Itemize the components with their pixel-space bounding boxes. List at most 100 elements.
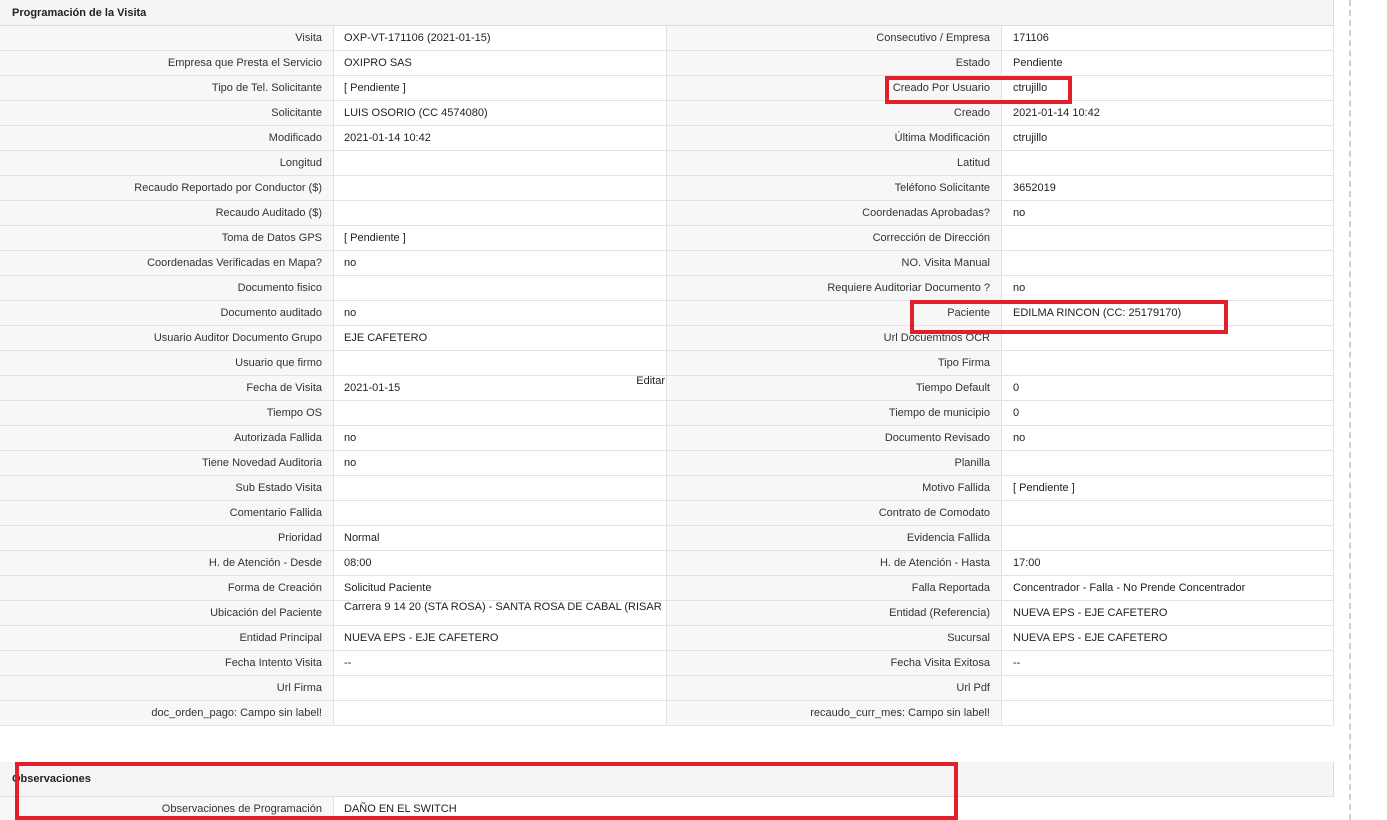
- field-value-doc-orden-pago-campo-sin-label: [333, 701, 667, 725]
- field-value-tiempo-os: [333, 401, 667, 425]
- field-value-tiene-novedad-auditoria: no: [333, 451, 667, 475]
- field-value-text: EJE CAFETERO: [344, 332, 428, 344]
- field-label-modificado: Modificado: [268, 132, 322, 144]
- field-row-filler: [667, 797, 1334, 820]
- field-value-text: no: [344, 257, 357, 269]
- field-value-telefono-solicitante: 3652019: [1001, 176, 1334, 200]
- field-value-text: [ Pendiente ]: [344, 232, 406, 244]
- field-value-longitud: [333, 151, 667, 175]
- field-label-observaciones-de-programacion: Observaciones de Programación: [161, 803, 322, 815]
- field-label-tiene-novedad-auditoria: Tiene Novedad Auditoria: [201, 457, 322, 469]
- field-label-h-de-atencion-desde: H. de Atención - Desde: [208, 557, 322, 569]
- field-label-ubicacion-del-paciente: Ubicación del Paciente: [210, 607, 322, 619]
- field-row: Observaciones de Programación DAÑO EN EL…: [0, 797, 1334, 820]
- field-value-tiempo-default: 0: [1001, 376, 1334, 400]
- field-label-forma-de-creacion: Forma de Creación: [227, 582, 322, 594]
- field-value-fecha-intento-visita: --: [333, 651, 667, 675]
- field-label-doc-orden-pago-campo-sin-label: doc_orden_pago: Campo sin label!: [151, 707, 322, 719]
- field-label-solicitante: Solicitante: [271, 107, 322, 119]
- field-label-comentario-fallida: Comentario Fallida: [229, 507, 322, 519]
- edit-link[interactable]: Editar: [636, 369, 665, 393]
- field-value-text: 2021-01-14 10:42: [344, 132, 431, 144]
- field-label-url-docuemtnos-ocr: Url Docuemtnos OCR: [883, 332, 990, 344]
- field-label-coordenadas-verificadas-en-mapa: Coordenadas Verificadas en Mapa?: [147, 257, 322, 269]
- field-value-empresa-que-presta-el-servicio: OXIPRO SAS: [333, 51, 667, 75]
- field-label-url-pdf: Url Pdf: [956, 682, 990, 694]
- field-value-modificado: 2021-01-14 10:42: [333, 126, 667, 150]
- field-label-usuario-auditor-documento-grupo: Usuario Auditor Documento Grupo: [153, 332, 322, 344]
- field-row: Coordenadas Verificadas en Mapa? no NO. V…: [0, 251, 1334, 276]
- field-value-paciente: EDILMA RINCON (CC: 25179170): [1001, 301, 1334, 325]
- field-value-tipo-firma: [1001, 351, 1334, 375]
- field-row: Fecha Intento Visita -- Fecha Visita Exit…: [0, 651, 1334, 676]
- field-row: Sub Estado Visita Motivo Fallida [ Pendien…: [0, 476, 1334, 501]
- page: Programación de la Visita Visita OXP-VT-1…: [0, 0, 1387, 820]
- field-value-documento-auditado: no: [333, 301, 667, 325]
- field-value-url-pdf: [1001, 676, 1334, 700]
- field-label-visita: Visita: [295, 32, 322, 44]
- field-value-text: --: [344, 657, 352, 669]
- observaciones-grid: Observaciones de Programación DAÑO EN EL…: [0, 797, 1334, 820]
- field-row: Modificado 2021-01-14 10:42 Última Modific…: [0, 126, 1334, 151]
- field-row: doc_orden_pago: Campo sin label! recaudo_…: [0, 701, 1334, 726]
- field-row: Recaudo Auditado ($) Coordenadas Aprobada…: [0, 201, 1334, 226]
- field-value-ubicacion-del-paciente: Carrera 9 14 20 (STA ROSA) - SANTA ROSA …: [333, 601, 667, 625]
- page-divider: [1349, 0, 1351, 820]
- field-value-text: no: [344, 307, 357, 319]
- field-label-planilla: Planilla: [954, 457, 990, 469]
- field-value-fecha-de-visita: 2021-01-15 Editar: [333, 375, 667, 400]
- field-label-entidad-referencia: Entidad (Referencia): [889, 607, 990, 619]
- field-value-text: no: [344, 432, 357, 444]
- field-value-text: no: [344, 457, 357, 469]
- field-value-h-de-atencion-desde: 08:00: [333, 551, 667, 575]
- field-value-coordenadas-verificadas-en-mapa: no: [333, 251, 667, 275]
- field-row: Url Firma Url Pdf: [0, 676, 1334, 701]
- field-value-usuario-auditor-documento-grupo: EJE CAFETERO: [333, 326, 667, 350]
- field-row: Solicitante LUIS OSORIO (CC 4574080) Cread…: [0, 101, 1334, 126]
- field-row: H. de Atención - Desde 08:00 H. de Atenció…: [0, 551, 1334, 576]
- field-label-recaudo-auditado: Recaudo Auditado ($): [215, 207, 322, 219]
- field-row: Entidad Principal NUEVA EPS - EJE CAFETER…: [0, 626, 1334, 651]
- field-value-documento-fisico: [333, 276, 667, 300]
- field-label-h-de-atencion-hasta: H. de Atención - Hasta: [879, 557, 990, 569]
- field-row: Tipo de Tel. Solicitante [ Pendiente ] Cre…: [0, 76, 1334, 101]
- field-value-text: 2021-01-15: [344, 382, 401, 394]
- programacion-panel: Programación de la Visita Visita OXP-VT-1…: [0, 0, 1334, 726]
- field-value-falla-reportada: Concentrador - Falla - No Prende Concent…: [1001, 576, 1334, 600]
- field-value-toma-de-datos-gps: [ Pendiente ]: [333, 226, 667, 250]
- field-value-fecha-visita-exitosa: --: [1001, 651, 1334, 675]
- field-row: Tiempo OS Tiempo de municipio 0: [0, 401, 1334, 426]
- field-value-text: OXIPRO SAS: [344, 57, 412, 69]
- field-label-ultima-modificacion: Última Modificación: [894, 132, 990, 144]
- field-label-url-firma: Url Firma: [276, 682, 322, 694]
- field-label-motivo-fallida: Motivo Fallida: [922, 482, 990, 494]
- field-label-telefono-solicitante: Teléfono Solicitante: [894, 182, 990, 194]
- field-label-entidad-principal: Entidad Principal: [239, 632, 322, 644]
- field-value-tipo-de-tel-solicitante: [ Pendiente ]: [333, 76, 667, 100]
- field-value-text: Carrera 9 14 20 (STA ROSA) - SANTA ROSA …: [344, 601, 662, 613]
- field-row: Tiene Novedad Auditoria no Planilla: [0, 451, 1334, 476]
- field-label-falla-reportada: Falla Reportada: [911, 582, 990, 594]
- field-value-sub-estado-visita: [333, 476, 667, 500]
- field-value-url-docuemtnos-ocr: [1001, 326, 1334, 350]
- field-label-usuario-que-firmo: Usuario que firmo: [235, 357, 322, 369]
- field-label-latitud: Latitud: [956, 157, 990, 169]
- field-label-coordenadas-aprobadas: Coordenadas Aprobadas?: [862, 207, 990, 219]
- field-value-text: LUIS OSORIO (CC 4574080): [344, 107, 488, 119]
- field-label-sucursal: Sucursal: [947, 632, 990, 644]
- field-label-tiempo-default: Tiempo Default: [915, 382, 990, 394]
- field-value-latitud: [1001, 151, 1334, 175]
- field-label-toma-de-datos-gps: Toma de Datos GPS: [221, 232, 322, 244]
- field-row: Comentario Fallida Contrato de Comodato: [0, 501, 1334, 526]
- field-row: Usuario que firmo Tipo Firma: [0, 351, 1334, 376]
- field-value-recaudo-auditado: [333, 201, 667, 225]
- field-value-observaciones-de-programacion: DAÑO EN EL SWITCH: [333, 797, 667, 820]
- field-value-entidad-referencia: NUEVA EPS - EJE CAFETERO: [1001, 601, 1334, 625]
- field-row: Longitud Latitud: [0, 151, 1334, 176]
- observaciones-panel: Observaciones Observaciones de Programac…: [0, 762, 1334, 820]
- field-row: Documento auditado no Paciente EDILMA RINC…: [0, 301, 1334, 326]
- field-label-tipo-firma: Tipo Firma: [937, 357, 990, 369]
- section-title-observaciones: Observaciones: [0, 762, 1334, 797]
- field-value-ultima-modificacion: ctrujillo: [1001, 126, 1334, 150]
- field-row: Autorizada Fallida no Documento Revisado …: [0, 426, 1334, 451]
